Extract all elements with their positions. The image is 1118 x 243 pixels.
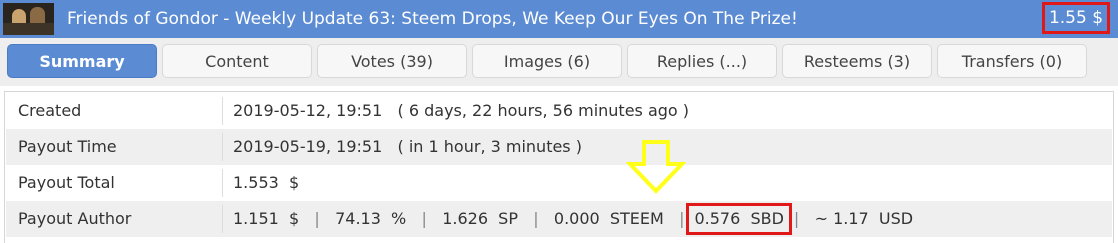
payout-author-label: Payout Author: [18, 209, 132, 228]
post-thumbnail[interactable]: [3, 3, 54, 35]
payout-author-row: Payout Author 1.151 $ | 74.13 % | 1.626 …: [6, 201, 1112, 237]
post-title[interactable]: Friends of Gondor - Weekly Update 63: St…: [67, 8, 798, 30]
payout-author-value: 1.151 $ | 74.13 % | 1.626 SP | 0.000 STE…: [233, 201, 913, 237]
tab-images[interactable]: Images (6): [472, 44, 622, 78]
separator: |: [679, 209, 685, 228]
payout-time-label: Payout Time: [18, 137, 117, 156]
post-header: Friends of Gondor - Weekly Update 63: St…: [0, 0, 1118, 38]
author-sbd: 0.576 SBD: [694, 209, 784, 228]
tab-transfers[interactable]: Transfers (0): [937, 44, 1087, 78]
author-approx-usd: ~ 1.17 USD: [814, 209, 914, 228]
author-sp: 1.626 SP: [442, 209, 518, 228]
created-label: Created: [18, 101, 82, 120]
author-sbd-highlight: 0.576 SBD: [686, 203, 792, 235]
tab-resteems[interactable]: Resteems (3): [782, 44, 932, 78]
tab-votes[interactable]: Votes (39): [317, 44, 467, 78]
post-value: 1.55 $: [1042, 2, 1110, 34]
down-arrow-icon: [626, 140, 686, 194]
tab-content[interactable]: Content: [162, 44, 312, 78]
separator: |: [314, 209, 320, 228]
separator: |: [793, 209, 800, 228]
separator: |: [533, 209, 539, 228]
separator: |: [421, 209, 427, 228]
created-value: 2019-05-12, 19:51 ( 6 days, 22 hours, 56…: [233, 101, 690, 120]
payout-total-label: Payout Total: [18, 173, 115, 192]
payout-time-value: 2019-05-19, 19:51 ( in 1 hour, 3 minutes…: [233, 137, 582, 156]
payout-total-value: 1.553 $: [233, 173, 300, 192]
created-row: Created 2019-05-12, 19:51 ( 6 days, 22 h…: [6, 93, 1112, 129]
payout-time-row: Payout Time 2019-05-19, 19:51 ( in 1 hou…: [6, 129, 1112, 165]
tab-replies[interactable]: Replies (...): [627, 44, 777, 78]
tab-summary[interactable]: Summary: [7, 44, 157, 78]
payout-total-row: Payout Total 1.553 $: [6, 165, 1112, 201]
author-usd: 1.151 $: [233, 209, 300, 228]
author-steem: 0.000 STEEM: [553, 209, 664, 228]
tab-bar: Summary Content Votes (39) Images (6) Re…: [0, 38, 1118, 86]
author-percent: 74.13 %: [335, 209, 407, 228]
